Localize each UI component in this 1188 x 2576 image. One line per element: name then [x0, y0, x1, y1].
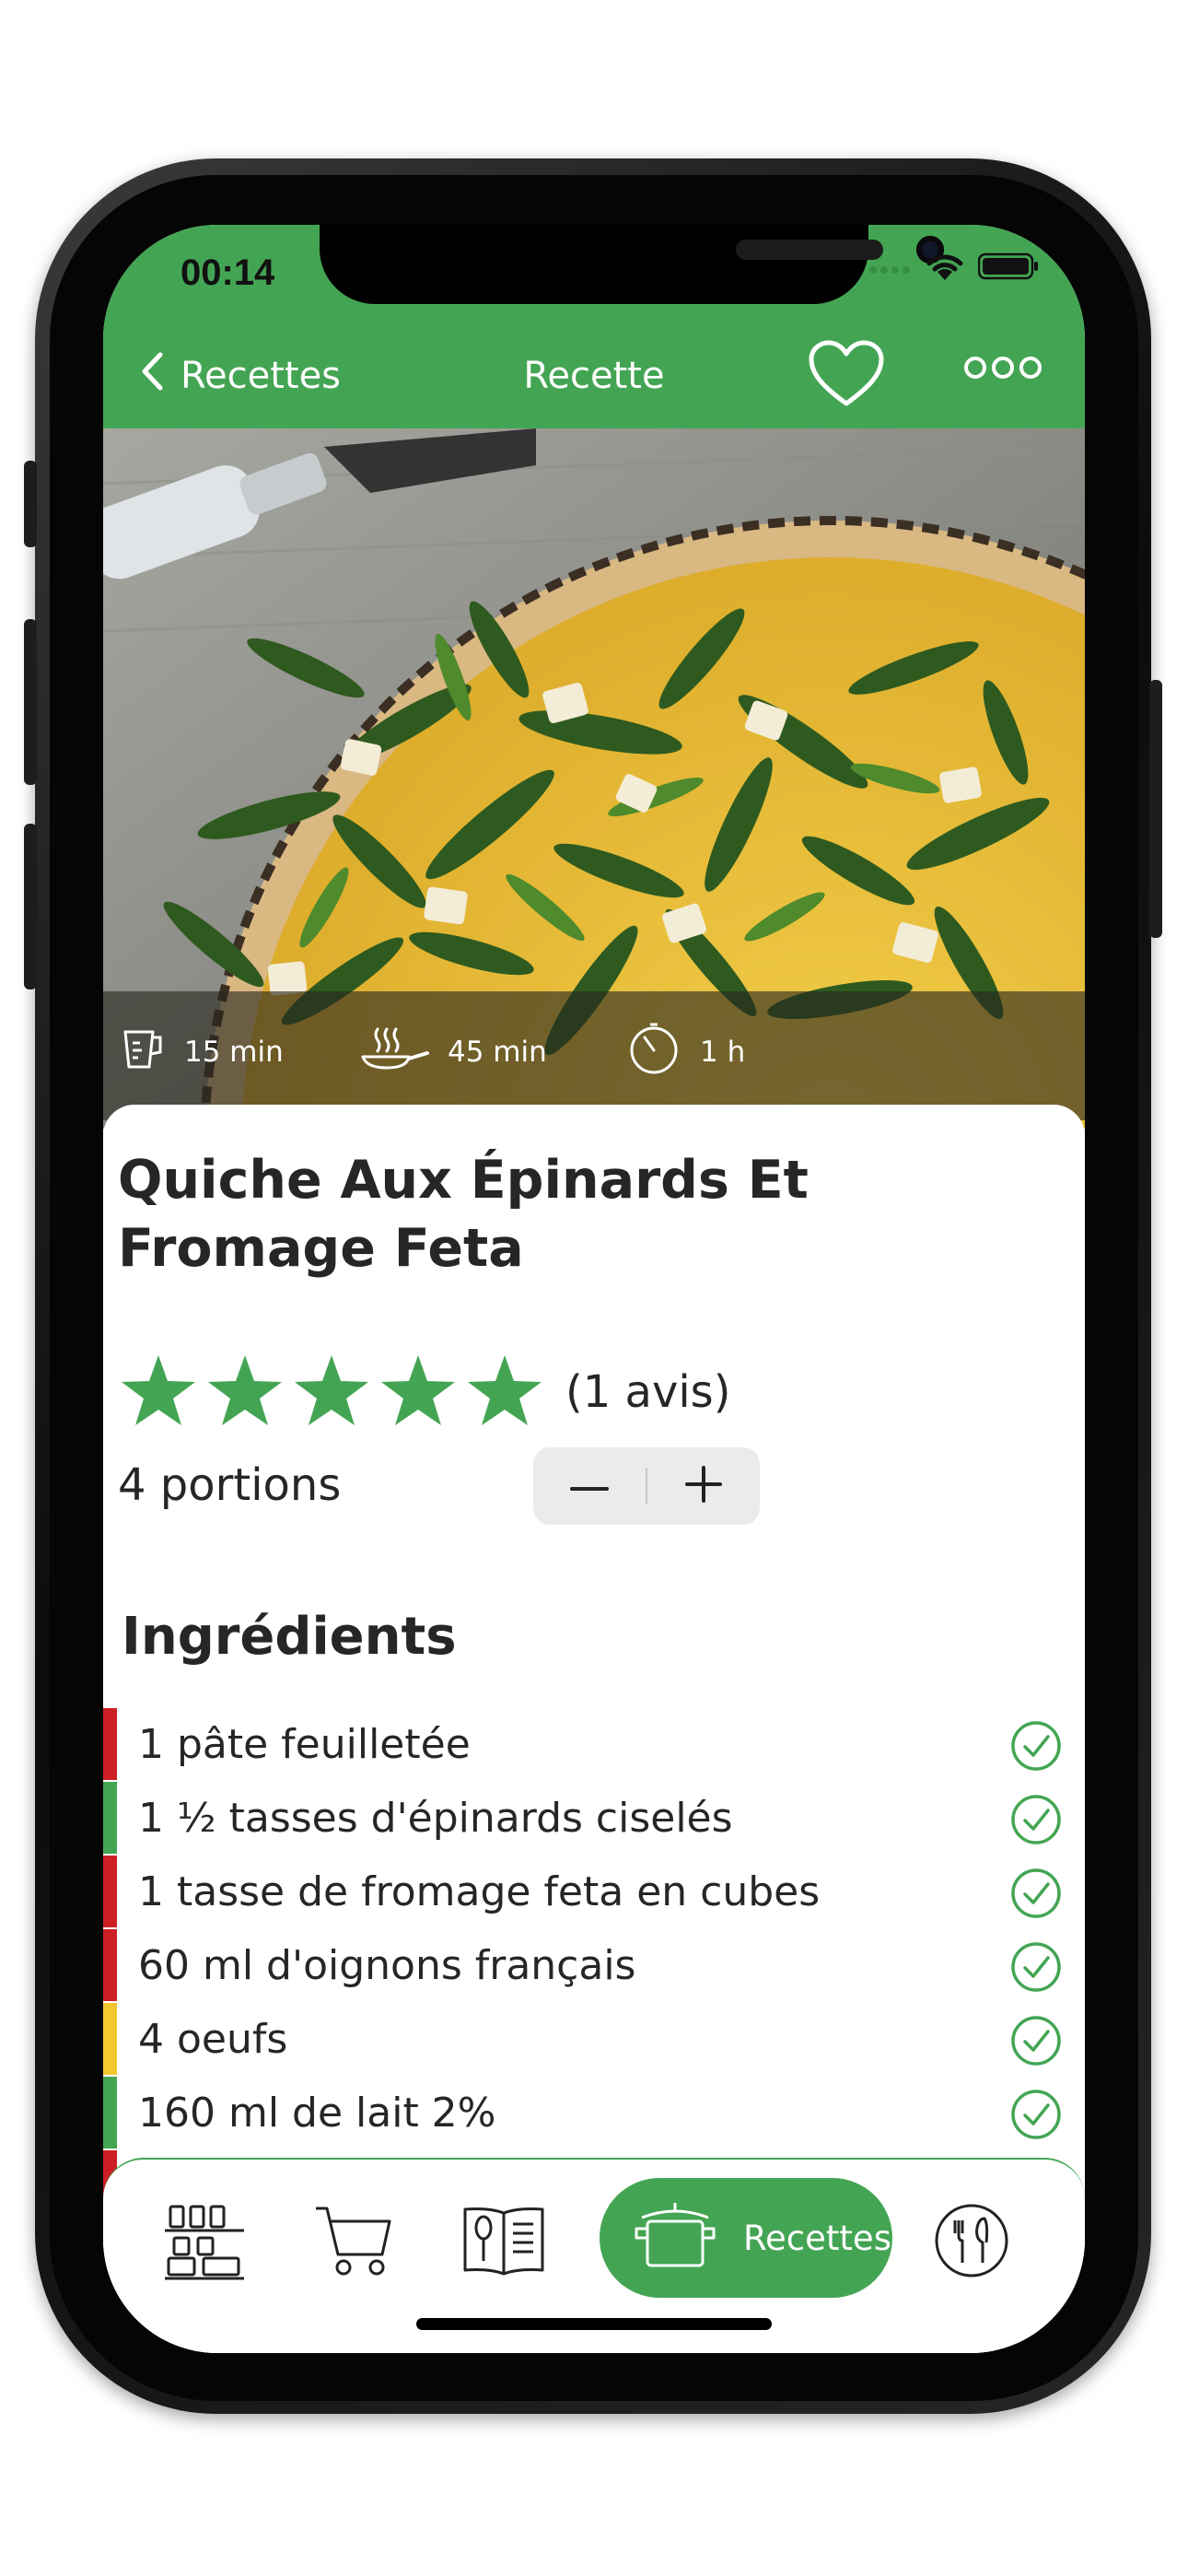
power-button [1149, 680, 1162, 938]
ingredient-row[interactable]: 1 tasse de fromage feta en cubes [103, 1856, 1085, 1929]
tab-recipes[interactable]: Recettes [600, 2178, 892, 2298]
total-time: 1 h [626, 1013, 745, 1091]
ingredient-text: 60 ml d'oignons français [138, 1942, 636, 1989]
ingredient-color-marker [103, 2003, 117, 2075]
ingredient-row[interactable]: 1 ½ tasses d'épinards ciselés [103, 1782, 1085, 1856]
total-time-value: 1 h [700, 1036, 746, 1069]
prep-time: 15 min [118, 1013, 284, 1091]
increase-portions-button[interactable] [647, 1447, 760, 1525]
page-title: Recette [523, 355, 665, 397]
cookbook-icon [461, 2204, 546, 2281]
plate-cutlery-icon [933, 2202, 1010, 2283]
more-options-button[interactable] [964, 354, 1042, 385]
cook-time: 45 min [359, 1013, 547, 1091]
ingredient-text: 160 ml de lait 2% [138, 2090, 496, 2137]
check-circle-icon[interactable] [1010, 1941, 1062, 1996]
portions-stepper [533, 1447, 760, 1525]
recipe-title: Quiche Aux Épinards Et Fromage Feta [118, 1150, 809, 1279]
check-circle-icon[interactable] [1010, 1720, 1062, 1775]
rating-stars[interactable] [120, 1353, 553, 1431]
cart-icon [312, 2201, 395, 2284]
decrease-portions-button[interactable] [533, 1447, 646, 1525]
earpiece-speaker [736, 240, 883, 260]
minus-icon [570, 1478, 609, 1495]
favorite-button[interactable] [807, 339, 886, 413]
cook-time-value: 45 min [448, 1036, 547, 1069]
measuring-cup-icon [118, 1026, 166, 1078]
ingredient-color-marker [103, 1708, 117, 1780]
wifi-icon [925, 251, 965, 286]
tab-pantry[interactable] [158, 2196, 250, 2289]
heart-icon [807, 340, 886, 413]
pot-icon [633, 2199, 717, 2277]
review-count[interactable]: (1 avis) [565, 1366, 730, 1418]
check-circle-icon[interactable] [1010, 2015, 1062, 2070]
tab-cookbook[interactable] [458, 2196, 550, 2289]
check-circle-icon[interactable] [1010, 2089, 1062, 2144]
star-icon[interactable] [379, 1353, 457, 1431]
check-circle-icon[interactable] [1010, 1868, 1062, 1923]
ingredient-text: 1 ½ tasses d'épinards ciselés [138, 1795, 733, 1842]
ingredient-row[interactable]: 1 pâte feuilletée [103, 1708, 1085, 1782]
ingredient-text: 4 oeufs [138, 2016, 288, 2063]
mute-switch [24, 461, 37, 547]
ingredient-row[interactable]: 160 ml de lait 2% [103, 2077, 1085, 2150]
pantry-icon [163, 2201, 246, 2284]
ingredient-color-marker [103, 1782, 117, 1854]
ingredient-text: 1 tasse de fromage feta en cubes [138, 1868, 821, 1915]
timer-icon [626, 1021, 681, 1083]
ingredient-color-marker [103, 2077, 117, 2149]
star-icon[interactable] [293, 1353, 370, 1431]
ingredient-text: 1 pâte feuilletée [138, 1721, 471, 1768]
star-icon[interactable] [466, 1353, 543, 1431]
frying-pan-icon [359, 1025, 429, 1079]
rating: (1 avis) [120, 1353, 730, 1431]
ingredient-row[interactable]: 60 ml d'oignons français [103, 1929, 1085, 2003]
battery-icon [977, 252, 1039, 284]
ingredient-color-marker [103, 1856, 117, 1927]
ingredient-row[interactable]: 4 oeufs [103, 2003, 1085, 2077]
status-icons [868, 251, 1039, 286]
star-icon[interactable] [206, 1353, 284, 1431]
tab-shopping-cart[interactable] [308, 2196, 400, 2289]
ellipsis-icon [964, 357, 1042, 385]
plus-icon [685, 1466, 722, 1506]
cellular-signal-icon [868, 257, 912, 279]
status-time: 00:14 [181, 252, 275, 293]
portions-label: 4 portions [118, 1459, 342, 1511]
prep-time-value: 15 min [184, 1036, 284, 1069]
tab-recipes-label: Recettes [743, 2218, 891, 2258]
check-circle-icon[interactable] [1010, 1794, 1062, 1849]
app-screen: 00:14 Recettes Recette 15 min 45 min 1 h… [103, 225, 1085, 2353]
volume-up-button [24, 619, 37, 785]
tab-meal-plan[interactable] [926, 2196, 1018, 2289]
home-indicator[interactable] [416, 2318, 772, 2330]
ingredients-heading: Ingrédients [122, 1607, 457, 1667]
ingredient-color-marker [103, 1929, 117, 2001]
volume-down-button [24, 824, 37, 989]
device-notch [320, 225, 944, 304]
star-icon[interactable] [120, 1353, 197, 1431]
